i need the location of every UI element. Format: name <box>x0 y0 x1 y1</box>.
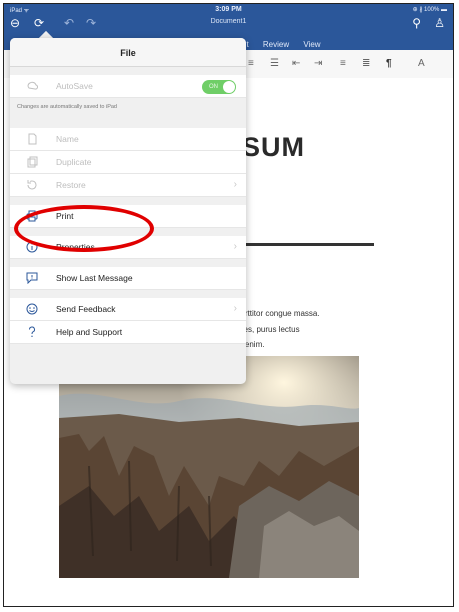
feedback-icon <box>26 303 38 315</box>
print-row[interactable]: Print <box>10 205 246 228</box>
properties-row[interactable]: Properties › <box>10 236 246 259</box>
back-icon[interactable]: ⊖ <box>10 17 20 29</box>
autosave-note: Changes are automatically saved to iPad <box>17 104 117 110</box>
menu-spacer <box>10 290 246 298</box>
restore-icon <box>27 180 37 190</box>
menu-spacer <box>10 197 246 205</box>
show-last-message-label: Show Last Message <box>56 273 133 283</box>
ribbon-tabs: ut Review View <box>242 40 333 49</box>
duplicate-row: Duplicate <box>10 151 246 174</box>
redo-icon[interactable]: ↷ <box>86 17 96 29</box>
print-label: Print <box>56 211 74 221</box>
document-icon <box>28 133 37 145</box>
bullets-icon[interactable]: ☰ <box>270 58 279 69</box>
paragraph-marks-icon[interactable]: ¶ <box>386 58 392 69</box>
canyon-photo[interactable] <box>59 356 359 578</box>
menu-spacer <box>10 228 246 236</box>
send-feedback-label: Send Feedback <box>56 304 116 314</box>
name-row: Name <box>10 128 246 151</box>
menu-spacer <box>10 67 246 75</box>
file-menu-title: File <box>10 38 246 67</box>
styles-icon[interactable]: A <box>418 58 425 69</box>
status-battery: ⊕ ∦ 100% ▬ <box>412 7 447 13</box>
restore-row: Restore › <box>10 174 246 197</box>
document-heading: SUM <box>242 132 305 162</box>
info-icon <box>26 241 38 253</box>
chevron-right-icon: › <box>233 303 237 314</box>
chevron-right-icon: › <box>233 241 237 252</box>
autosave-label: AutoSave <box>56 81 93 91</box>
restore-label: Restore <box>56 180 86 190</box>
undo-icon[interactable]: ↶ <box>64 17 74 29</box>
line-spacing-icon[interactable]: ≣ <box>362 58 370 69</box>
body-paragraph: porttitor congue massa. icies, purus lec… <box>236 306 320 353</box>
ipad-screen: iPad ᯤ 3:09 PM ⊕ ∦ 100% ▬ Document1 ⊖ ⟳ … <box>3 3 454 607</box>
autosave-icon <box>27 81 38 90</box>
share-icon[interactable]: ♙ <box>434 17 445 29</box>
align-left-icon[interactable]: ≡ <box>248 58 254 69</box>
message-icon <box>26 272 38 284</box>
menu-spacer <box>10 120 246 128</box>
show-last-message-row[interactable]: Show Last Message <box>10 267 246 290</box>
tab-view[interactable]: View <box>303 40 320 49</box>
menu-spacer <box>10 259 246 267</box>
printer-icon <box>26 210 38 222</box>
duplicate-icon <box>27 156 38 168</box>
body-line: icies, purus lectus <box>236 324 300 334</box>
name-label: Name <box>56 134 79 144</box>
tab-review[interactable]: Review <box>263 40 289 49</box>
chevron-right-icon: › <box>233 179 237 190</box>
help-support-row[interactable]: Help and Support <box>10 321 246 344</box>
send-feedback-row[interactable]: Send Feedback › <box>10 298 246 321</box>
toggle-knob <box>223 81 235 93</box>
body-line: et enim. <box>236 340 265 349</box>
help-icon <box>29 326 35 337</box>
align-icon[interactable]: ≡ <box>340 58 346 69</box>
file-menu-icon[interactable]: ⟳ <box>34 17 44 29</box>
duplicate-label: Duplicate <box>56 157 92 167</box>
status-time: 3:09 PM <box>215 6 242 13</box>
autosave-toggle-text: ON <box>209 84 218 90</box>
body-line: porttitor congue massa. <box>236 309 320 318</box>
autosave-toggle[interactable]: ON <box>202 80 236 94</box>
properties-label: Properties <box>56 242 95 252</box>
file-menu: File AutoSave ON Changes are automatical… <box>10 38 246 384</box>
increase-indent-icon[interactable]: ⇥ <box>314 58 322 69</box>
decrease-indent-icon[interactable]: ⇤ <box>292 58 300 69</box>
search-icon[interactable]: ⚲ <box>412 17 421 29</box>
autosave-row[interactable]: AutoSave ON <box>10 75 246 98</box>
help-label: Help and Support <box>56 327 123 337</box>
